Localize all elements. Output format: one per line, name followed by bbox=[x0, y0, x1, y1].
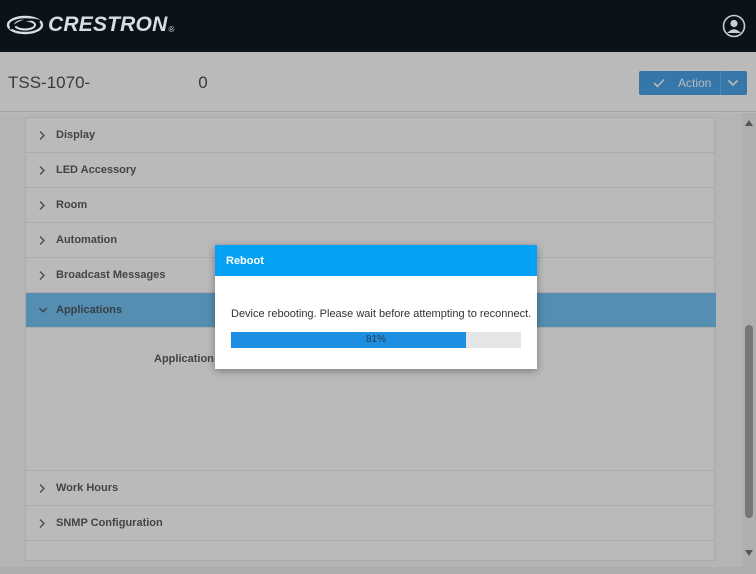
reboot-progress-bar: 81% bbox=[231, 332, 521, 348]
crestron-swirl-icon bbox=[6, 15, 44, 35]
reboot-message: Device rebooting. Please wait before att… bbox=[231, 308, 532, 320]
progress-percent: 81% bbox=[365, 334, 386, 345]
brand-name: CRESTRON bbox=[48, 13, 168, 36]
dialog-title: Reboot bbox=[215, 245, 537, 276]
reboot-dialog: Reboot Device rebooting. Please wait bef… bbox=[215, 245, 537, 369]
user-account-icon[interactable] bbox=[722, 14, 746, 38]
top-bar: CRESTRON ® bbox=[0, 0, 756, 52]
registered-mark: ® bbox=[168, 24, 175, 34]
crestron-logo: CRESTRON ® bbox=[6, 12, 174, 38]
